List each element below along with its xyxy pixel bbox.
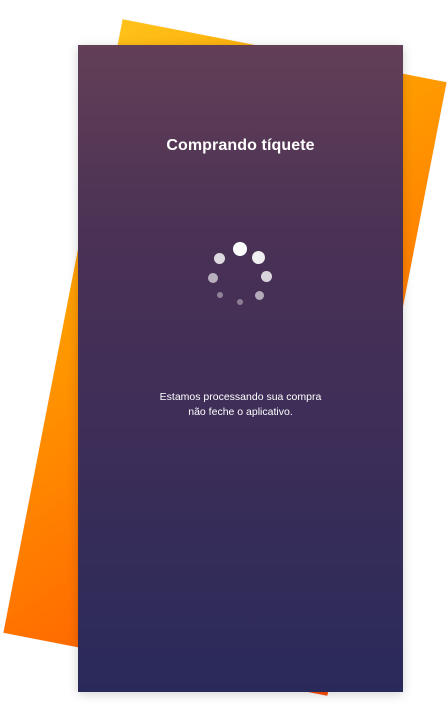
phone-screen: Comprando tíquete Estamos processando su… (78, 45, 403, 692)
spinner-dot (252, 251, 265, 264)
status-message-line: Estamos processando sua compra (159, 391, 322, 403)
spinner-dot (255, 291, 264, 300)
status-message: Estamos processando sua compra não feche… (78, 390, 403, 420)
spinner-dot (214, 253, 225, 264)
spinner-dot (233, 242, 247, 256)
spinner-dot (261, 271, 272, 282)
spinner-dot (237, 299, 243, 305)
loading-spinner-icon (200, 238, 280, 318)
page-title: Comprando tíquete (166, 137, 315, 154)
status-message-line: não feche o aplicativo. (188, 406, 293, 418)
spinner-dot (217, 292, 223, 298)
spinner-dot (208, 273, 218, 283)
screenshot-stage: Comprando tíquete Estamos processando su… (0, 0, 448, 709)
